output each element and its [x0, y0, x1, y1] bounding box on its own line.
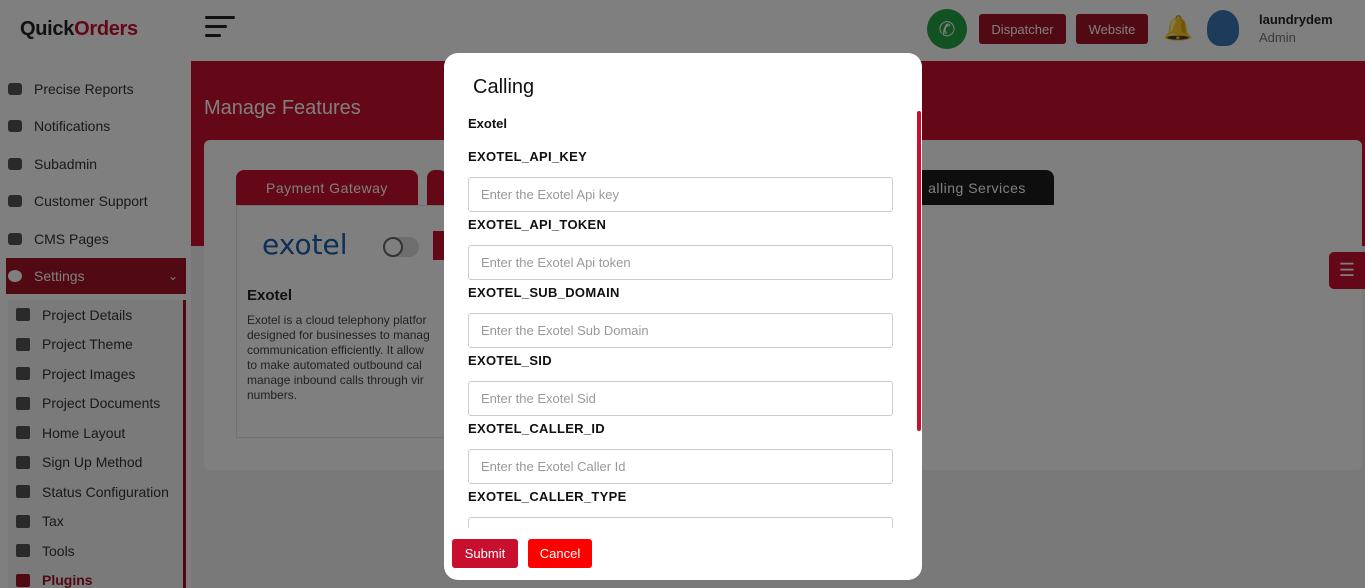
- field-label: EXOTEL_API_TOKEN: [468, 217, 607, 232]
- exotel-sub-domain-input[interactable]: [468, 313, 893, 348]
- field-label: EXOTEL_CALLER_TYPE: [468, 489, 627, 504]
- exotel-sid-input[interactable]: [468, 381, 893, 416]
- modal-title: Calling: [473, 76, 535, 98]
- exotel-api-key-input[interactable]: [468, 177, 893, 212]
- field-exotel-caller-type: EXOTEL_CALLER_TYPE: [468, 489, 893, 528]
- exotel-caller-id-input[interactable]: [468, 449, 893, 484]
- modal-body: Exotel EXOTEL_API_KEY EXOTEL_API_TOKEN E…: [468, 113, 893, 528]
- modal-scrollbar[interactable]: [917, 111, 921, 431]
- field-label: EXOTEL_SID: [468, 353, 552, 368]
- field-exotel-api-token: EXOTEL_API_TOKEN: [468, 217, 893, 280]
- submit-button[interactable]: Submit: [452, 539, 518, 568]
- section-label: Exotel: [468, 116, 508, 131]
- field-exotel-caller-id: EXOTEL_CALLER_ID: [468, 421, 893, 484]
- calling-modal: Calling Exotel EXOTEL_API_KEY EXOTEL_API…: [444, 53, 922, 580]
- field-exotel-sub-domain: EXOTEL_SUB_DOMAIN: [468, 285, 893, 348]
- field-label: EXOTEL_CALLER_ID: [468, 421, 605, 436]
- field-label: EXOTEL_API_KEY: [468, 149, 588, 164]
- field-label: EXOTEL_SUB_DOMAIN: [468, 285, 620, 300]
- exotel-caller-type-input[interactable]: [468, 517, 893, 528]
- field-exotel-sid: EXOTEL_SID: [468, 353, 893, 416]
- exotel-api-token-input[interactable]: [468, 245, 893, 280]
- cancel-button[interactable]: Cancel: [528, 539, 592, 568]
- field-exotel-api-key: EXOTEL_API_KEY: [468, 149, 893, 212]
